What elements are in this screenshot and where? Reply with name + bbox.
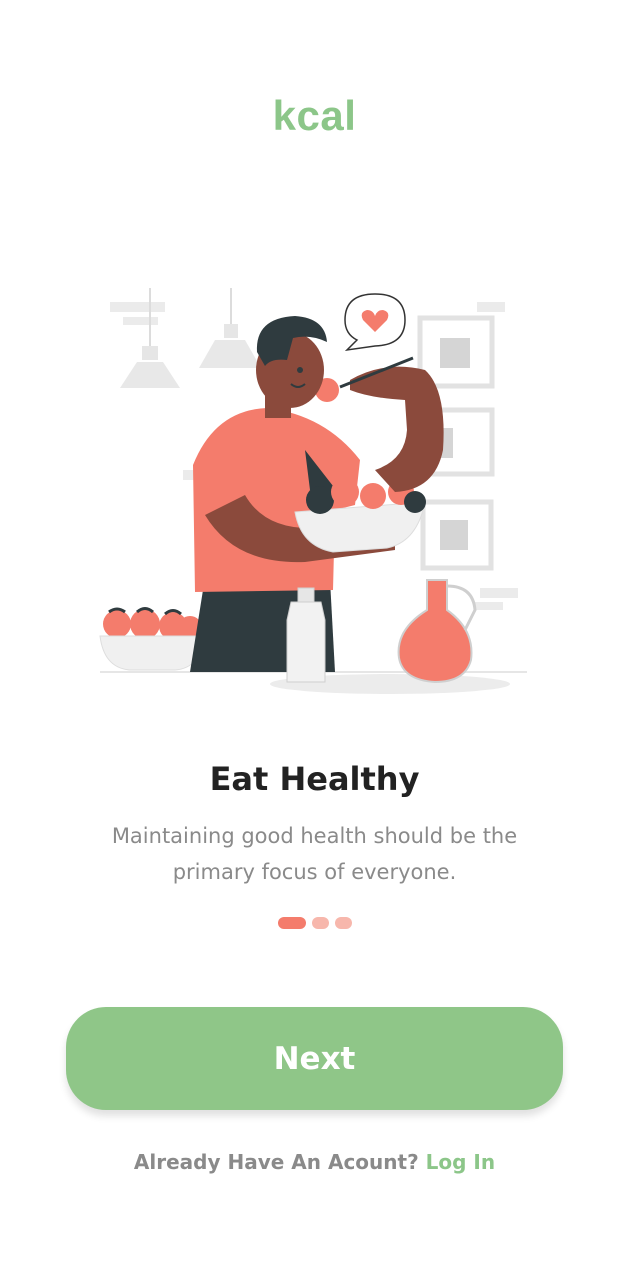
login-prompt: Already Have An Acount? Log In [0, 1150, 629, 1174]
onboarding-title: Eat Healthy [209, 760, 420, 798]
page-dot-2 [311, 917, 329, 929]
page-dot-1 [277, 917, 306, 929]
login-link[interactable]: Log In [426, 1150, 495, 1174]
page-dot-3 [334, 917, 352, 929]
app-logo: kcal [272, 92, 357, 139]
onboarding-subtitle: Maintaining good health should be the pr… [111, 824, 518, 884]
page-indicator [0, 917, 629, 929]
account-prompt-text: Already Have An Acount? [133, 1150, 419, 1174]
next-button[interactable]: Next [66, 1007, 563, 1110]
person-eating-healthy-illustration [99, 288, 527, 694]
